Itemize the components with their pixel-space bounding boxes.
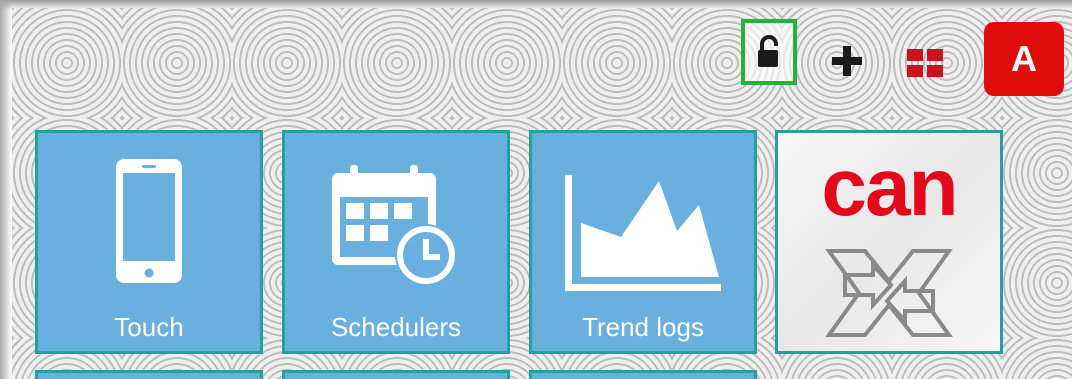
plus-icon xyxy=(832,46,862,76)
grid-icon xyxy=(907,49,943,77)
unlocked-padlock-icon xyxy=(758,35,778,67)
tile-label: Schedulers xyxy=(330,312,462,342)
tile-partial[interactable] xyxy=(35,370,263,379)
lock-button[interactable] xyxy=(741,19,797,85)
tile-partial[interactable] xyxy=(529,370,757,379)
calendar-clock-icon xyxy=(332,165,457,286)
tile-partial[interactable] xyxy=(282,370,510,379)
user-avatar-button[interactable]: A xyxy=(984,22,1064,96)
window-shadow-left xyxy=(0,0,12,379)
area-chart-icon xyxy=(565,175,721,291)
tile-schedulers[interactable]: Schedulers xyxy=(282,130,510,354)
tile-label: Trend logs xyxy=(582,312,704,342)
tile-trend-logs[interactable]: Trend logs xyxy=(529,130,757,354)
dashboard-grid-button[interactable] xyxy=(900,38,950,88)
dashboard-canvas: A Touch Schedulers Trend logs can xyxy=(12,8,1072,379)
add-button[interactable] xyxy=(822,36,872,86)
tile-can[interactable]: can xyxy=(775,130,1003,354)
can-logo-text: can xyxy=(821,142,958,233)
tile-touch[interactable]: Touch xyxy=(35,130,263,354)
tile-label: Touch xyxy=(114,312,184,342)
smartphone-icon xyxy=(116,159,182,283)
can-gateway-icon xyxy=(825,249,953,337)
